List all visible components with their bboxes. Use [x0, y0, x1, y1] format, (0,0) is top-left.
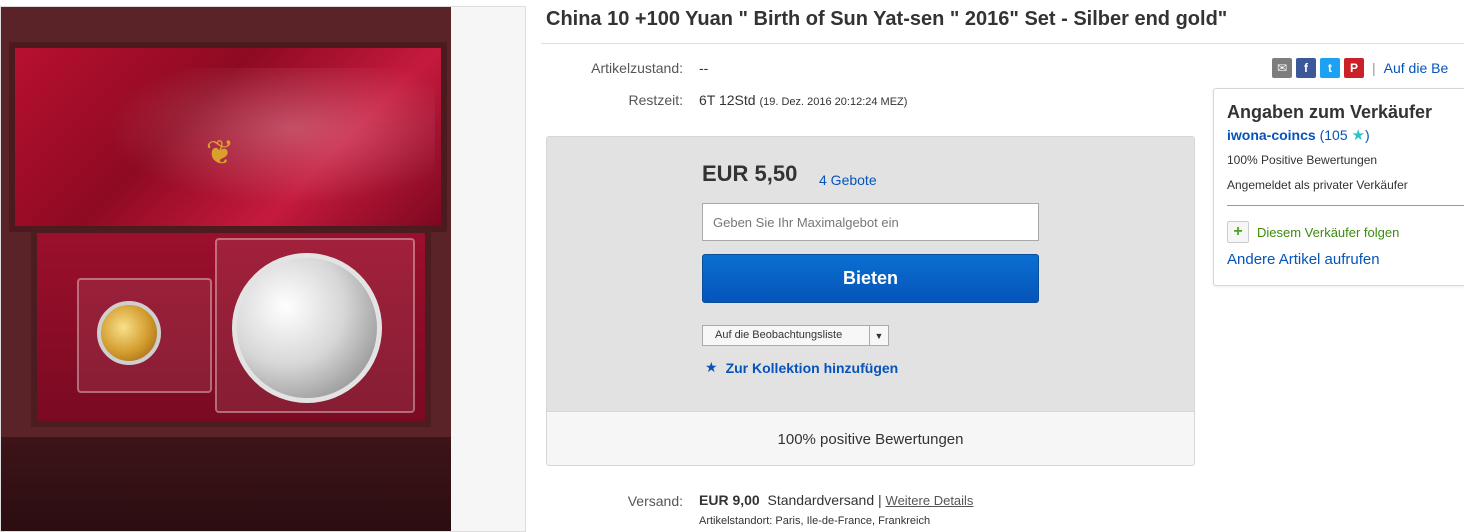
twitter-icon[interactable]: t: [1320, 58, 1340, 78]
item-location: Artikelstandort: Paris, Ile-de-France, F…: [699, 515, 931, 527]
max-bid-input[interactable]: [702, 203, 1039, 241]
silver-coin-image: [232, 253, 382, 403]
shipping-cost: EUR 9,00: [699, 492, 760, 508]
seller-info-panel: Angaben zum Verkäufer iwona-coincs (105 …: [1213, 88, 1464, 286]
photo-box-frame: ❦: [1, 7, 451, 531]
bid-panel: EUR 5,50 4 Gebote Bieten Auf die Beobach…: [546, 136, 1195, 466]
pinterest-icon[interactable]: P: [1344, 58, 1364, 78]
chevron-down-icon[interactable]: ▼: [870, 326, 888, 345]
photo-box-base: [1, 437, 451, 531]
feedback-star-icon: ★: [1351, 127, 1365, 144]
shipping-info: EUR 9,00 Standardversand | Weitere Detai…: [699, 492, 973, 508]
follow-seller-label[interactable]: Diesem Verkäufer folgen: [1257, 225, 1399, 240]
photo-box-lid: ❦: [9, 42, 447, 232]
share-separator: |: [1372, 60, 1376, 76]
email-icon[interactable]: ✉: [1272, 58, 1292, 78]
time-left-end-date: (19. Dez. 2016 20:12:24 MEZ): [759, 96, 908, 108]
facebook-icon[interactable]: f: [1296, 58, 1316, 78]
plus-icon[interactable]: +: [1227, 221, 1249, 243]
item-title: China 10 +100 Yuan " Birth of Sun Yat-se…: [546, 8, 1228, 30]
current-price: EUR 5,50: [702, 161, 798, 186]
seller-name-link[interactable]: iwona-coincs: [1227, 127, 1316, 143]
shipping-method: Standardversand |: [767, 492, 882, 508]
condition-value: --: [699, 60, 709, 76]
share-bar: ✉ f t P | Auf die Be: [1272, 58, 1448, 78]
shipping-label: Versand:: [627, 493, 683, 509]
place-bid-button[interactable]: Bieten: [702, 254, 1039, 303]
title-divider: [541, 43, 1464, 44]
bid-count-link[interactable]: 4 Gebote: [819, 172, 877, 188]
bid-panel-main: EUR 5,50 4 Gebote Bieten Auf die Beobach…: [547, 137, 1194, 411]
seller-account-type: Angemeldet als privater Verkäufer: [1227, 178, 1408, 192]
watchlist-button[interactable]: Auf die Beobachtungsliste: [703, 326, 870, 345]
photo-background: [451, 7, 525, 531]
photo-coin-tray: [31, 227, 431, 427]
add-to-collection-link[interactable]: ★ Zur Kollektion hinzufügen: [705, 359, 898, 376]
shipping-details-link[interactable]: Weitere Details: [886, 493, 974, 508]
positive-feedback-banner: 100% positive Bewertungen: [547, 411, 1194, 465]
photo-satin-fold: [75, 68, 435, 218]
time-left-label: Restzeit:: [628, 92, 683, 108]
star-icon: ★: [705, 359, 718, 375]
add-to-collection-label[interactable]: Zur Kollektion hinzufügen: [726, 360, 899, 376]
time-left-value: 6T 12Std (19. Dez. 2016 20:12:24 MEZ): [699, 92, 907, 108]
add-to-watchlist-link[interactable]: Auf die Be: [1384, 60, 1449, 76]
seller-panel-title: Angaben zum Verkäufer: [1227, 102, 1433, 122]
seller-positive-feedback: 100% Positive Bewertungen: [1227, 153, 1378, 167]
watchlist-dropdown[interactable]: Auf die Beobachtungsliste ▼: [702, 325, 889, 346]
gold-logo-icon: ❦: [205, 133, 235, 173]
seller-score-close: ): [1364, 127, 1370, 143]
gold-coin-image: [97, 301, 161, 365]
seller-name-row: iwona-coincs (105 ★): [1227, 126, 1370, 144]
follow-seller-button[interactable]: + Diesem Verkäufer folgen: [1227, 221, 1399, 243]
condition-label: Artikelzustand:: [591, 60, 683, 76]
seller-divider: [1227, 205, 1464, 206]
seller-other-items-link[interactable]: Andere Artikel aufrufen: [1227, 251, 1380, 268]
product-photo[interactable]: ❦: [0, 6, 526, 532]
seller-score-link[interactable]: 105: [1324, 127, 1347, 143]
time-left-duration: 6T 12Std: [699, 92, 756, 108]
